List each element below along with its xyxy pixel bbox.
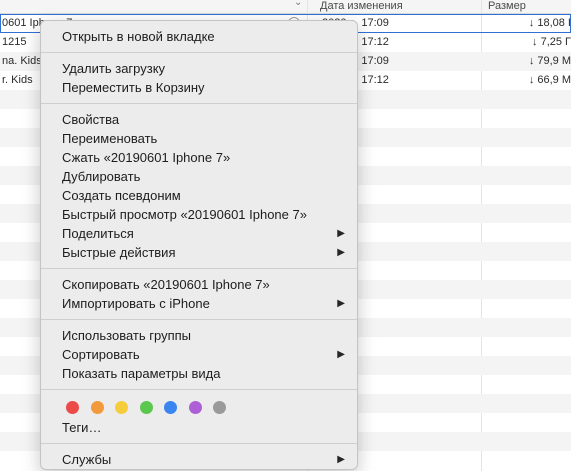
tag-green-dot[interactable]	[139, 400, 153, 414]
menu-item-label: Переименовать	[62, 131, 158, 146]
menu-item-label: Импортировать с iPhone	[62, 296, 210, 311]
menu-item-make-alias[interactable]: Создать псевдоним	[41, 186, 357, 205]
menu-item-label: Удалить загрузку	[62, 61, 166, 76]
sort-chevron-icon[interactable]: ⌄	[294, 0, 302, 8]
menu-item-services[interactable]: Службы ▶	[41, 450, 357, 469]
file-size: ↓ 79,9 М	[528, 55, 571, 67]
column-header-date[interactable]: Дата изменения	[320, 0, 403, 14]
menu-item-open-new-tab[interactable]: Открыть в новой вкладке	[41, 27, 357, 46]
menu-item-label: Свойства	[62, 112, 120, 127]
menu-item-label: Службы	[62, 452, 112, 467]
menu-item-sort[interactable]: Сортировать ▶	[41, 345, 357, 364]
menu-separator	[41, 268, 357, 269]
menu-item-show-view-options[interactable]: Показать параметры вида	[41, 364, 357, 383]
tag-color-row	[41, 396, 357, 418]
menu-item-quick-look[interactable]: Быстрый просмотр «20190601 Iphone 7»	[41, 205, 357, 224]
tag-yellow-dot[interactable]	[115, 400, 128, 414]
tag-red-dot[interactable]	[66, 400, 79, 414]
menu-item-label: Сортировать	[62, 347, 140, 362]
menu-item-delete-download[interactable]: Удалить загрузку	[41, 59, 357, 78]
file-size: ↓ 66,9 М	[528, 74, 571, 86]
tag-blue-dot[interactable]	[164, 400, 177, 414]
menu-item-quick-actions[interactable]: Быстрые действия ▶	[41, 243, 357, 262]
tag-orange-dot[interactable]	[90, 400, 104, 414]
menu-item-label: Быстрые действия	[62, 245, 176, 260]
menu-item-compress[interactable]: Сжать «20190601 Iphone 7»	[41, 148, 357, 167]
file-size-cell: ↓ 66,9 М	[490, 71, 571, 90]
column-header-bar: ⌄ Дата изменения Размер	[0, 0, 571, 14]
menu-item-label: Скопировать «20190601 Iphone 7»	[62, 277, 270, 292]
menu-item-duplicate[interactable]: Дублировать	[41, 167, 357, 186]
menu-item-label: Дублировать	[62, 169, 141, 184]
menu-item-import-iphone[interactable]: Импортировать с iPhone ▶	[41, 294, 357, 313]
menu-separator	[41, 103, 357, 104]
menu-separator	[41, 389, 357, 390]
menu-separator	[41, 52, 357, 53]
submenu-arrow-icon: ▶	[337, 228, 345, 239]
file-size-cell: ↓ 79,9 М	[490, 52, 571, 71]
menu-item-label: Использовать группы	[62, 328, 192, 343]
menu-item-label: Поделиться	[62, 226, 134, 241]
file-size-cell: ↓ 7,25 Г	[490, 33, 571, 52]
menu-item-tags[interactable]: Теги…	[41, 418, 357, 437]
column-header-size[interactable]: Размер	[488, 0, 526, 14]
submenu-arrow-icon: ▶	[337, 298, 345, 309]
menu-item-share[interactable]: Поделиться ▶	[41, 224, 357, 243]
menu-item-copy[interactable]: Скопировать «20190601 Iphone 7»	[41, 275, 357, 294]
menu-item-label: Быстрый просмотр «20190601 Iphone 7»	[62, 207, 307, 222]
menu-item-move-to-trash[interactable]: Переместить в Корзину	[41, 78, 357, 97]
menu-item-label: Сжать «20190601 Iphone 7»	[62, 150, 231, 165]
menu-item-label: Создать псевдоним	[62, 188, 181, 203]
menu-item-label: Теги…	[62, 420, 102, 435]
menu-separator	[41, 319, 357, 320]
tag-purple-dot[interactable]	[188, 400, 202, 414]
submenu-arrow-icon: ▶	[337, 454, 345, 465]
file-size: ↓ 18,08 I	[528, 17, 571, 29]
menu-item-label: Показать параметры вида	[62, 366, 221, 381]
finder-list-view: ⌄ Дата изменения Размер 0601 Iphone 7 20…	[0, 0, 571, 471]
context-menu: Открыть в новой вкладке Удалить загрузку…	[40, 20, 358, 470]
tag-gray-dot[interactable]	[213, 400, 226, 414]
submenu-arrow-icon: ▶	[337, 349, 345, 360]
menu-item-rename[interactable]: Переименовать	[41, 129, 357, 148]
file-size: ↓ 7,25 Г	[532, 36, 571, 48]
menu-item-use-groups[interactable]: Использовать группы	[41, 326, 357, 345]
menu-separator	[41, 443, 357, 444]
menu-item-get-info[interactable]: Свойства	[41, 110, 357, 129]
submenu-arrow-icon: ▶	[337, 247, 345, 258]
file-size-cell: ↓ 18,08 I	[490, 14, 571, 33]
menu-item-label: Переместить в Корзину	[62, 80, 205, 95]
menu-item-label: Открыть в новой вкладке	[62, 29, 215, 44]
